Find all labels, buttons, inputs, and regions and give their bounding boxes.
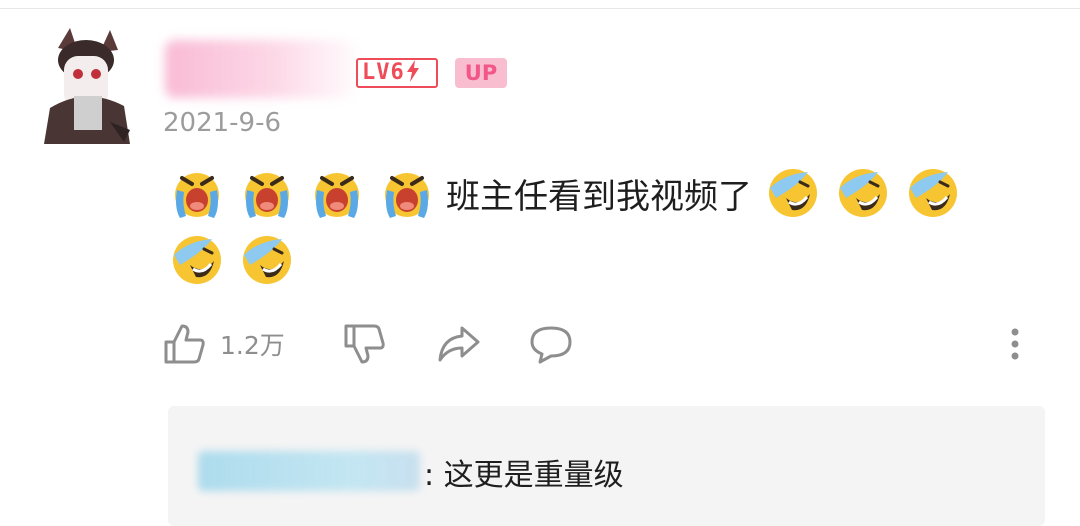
level-badge: LV6 <box>356 58 438 88</box>
like-button[interactable]: 1.2万 <box>162 320 285 368</box>
reply-preview[interactable]: : 这更是重量级 <box>168 406 1045 526</box>
like-count: 1.2万 <box>220 331 285 360</box>
laughing-tears-emoji-icon <box>243 236 291 284</box>
share-button[interactable] <box>436 320 482 368</box>
thumbs-down-icon <box>344 324 385 364</box>
crying-emoji-icon <box>245 173 289 218</box>
thumbs-up-icon <box>164 324 205 364</box>
comment-date: 2021-9-6 <box>163 108 282 138</box>
divider <box>0 8 1080 9</box>
crying-emoji-icon <box>175 173 219 218</box>
level-label: LV6 <box>362 60 405 85</box>
laughing-tears-emoji-icon <box>839 169 887 217</box>
username-blurred[interactable] <box>165 40 355 98</box>
share-icon <box>438 326 480 362</box>
crying-emoji-icon <box>315 173 359 218</box>
more-options-button[interactable] <box>1008 320 1022 368</box>
comment-content: 班主任看到我视频了 <box>168 163 974 223</box>
more-icon <box>1011 328 1019 360</box>
comment-content-line-2 <box>168 230 308 290</box>
dislike-button[interactable] <box>342 320 386 368</box>
comment-action-bar: 1.2万 <box>162 320 1042 370</box>
reply-username-blurred[interactable] <box>198 451 420 491</box>
avatar[interactable] <box>40 26 132 148</box>
up-badge: UP <box>455 58 507 88</box>
lightning-icon <box>406 60 419 82</box>
laughing-tears-emoji-icon <box>769 169 817 217</box>
crying-emoji-icon <box>385 173 429 218</box>
laughing-tears-emoji-icon <box>909 169 957 217</box>
laughing-tears-emoji-icon <box>173 236 221 284</box>
comment-text: 班主任看到我视频了 <box>446 176 752 217</box>
reply-button[interactable] <box>528 320 574 368</box>
comment-icon <box>530 326 572 364</box>
reply-text: : 这更是重量级 <box>424 458 624 493</box>
